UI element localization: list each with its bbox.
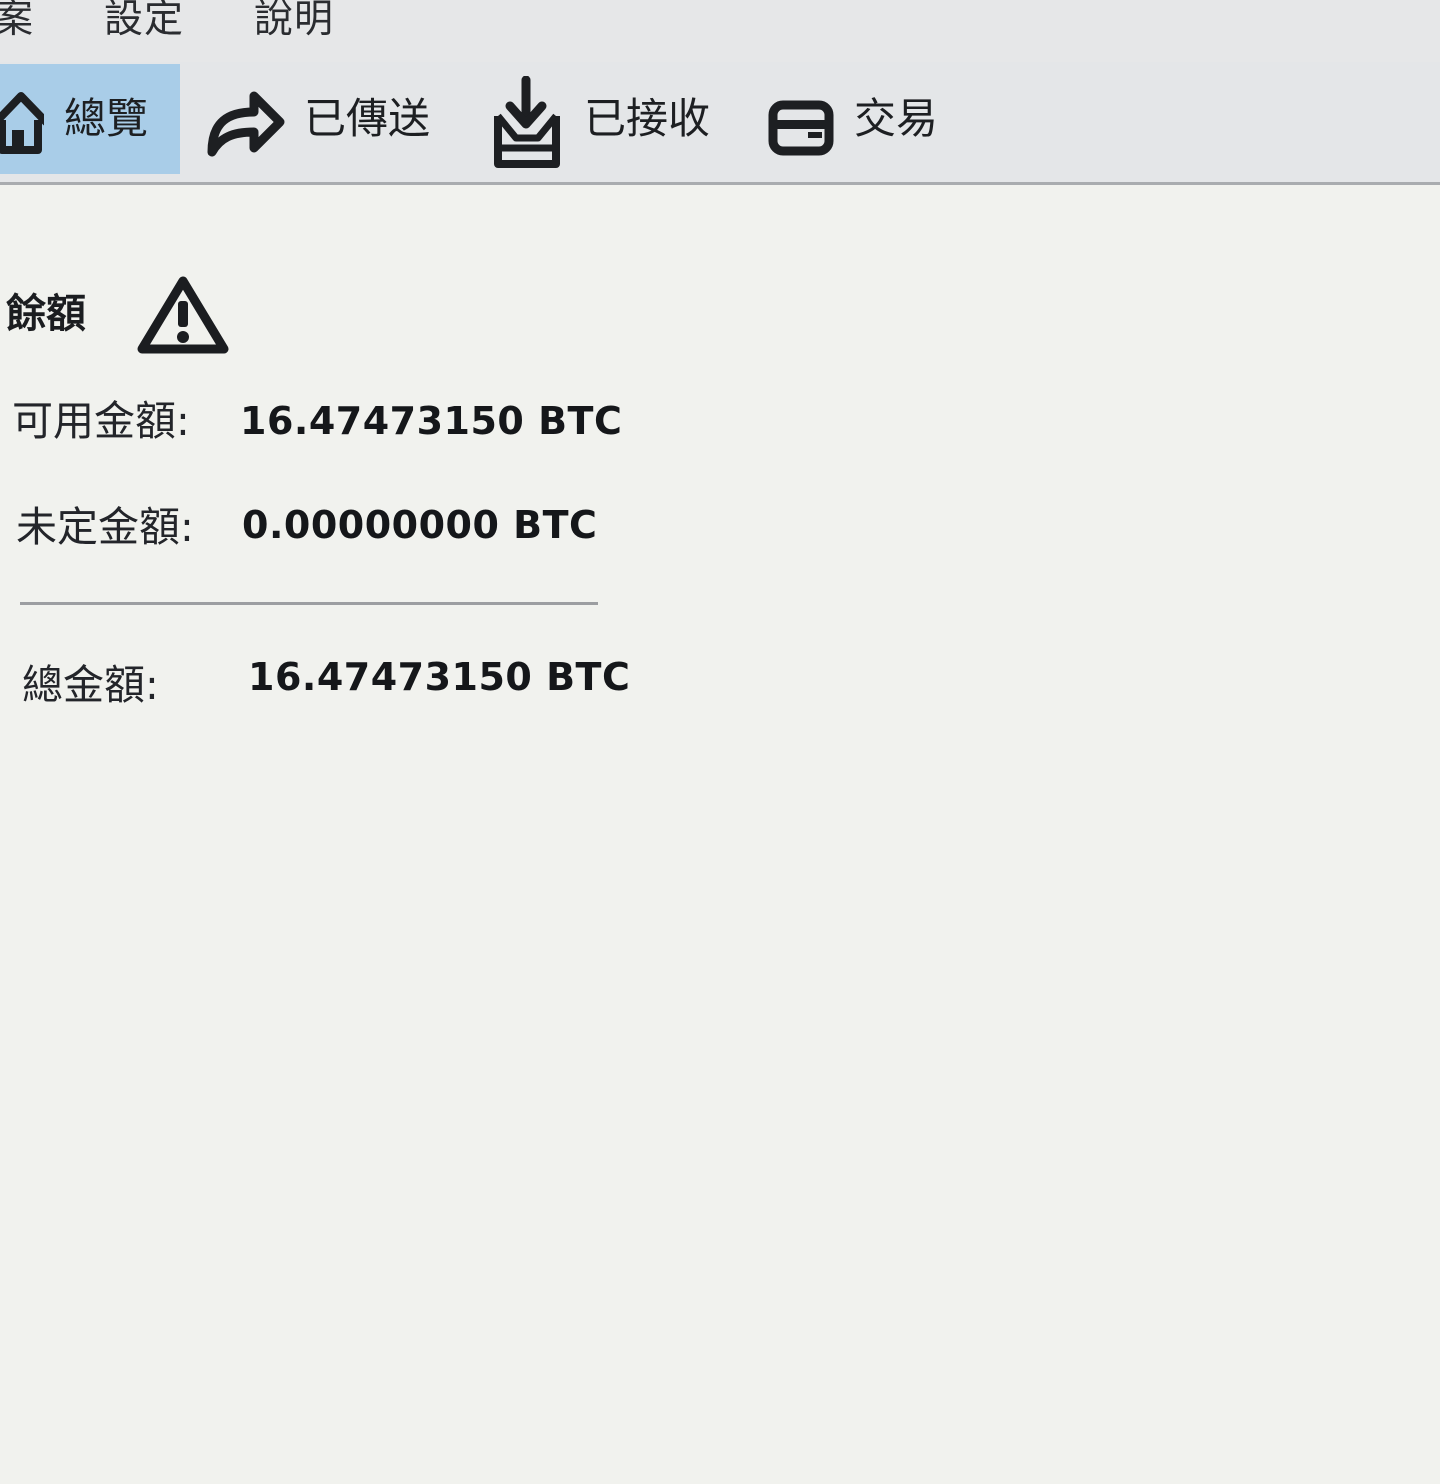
tab-overview[interactable]: 總覽	[0, 64, 180, 174]
divider	[20, 602, 598, 605]
total-label: 總金額:	[22, 661, 159, 709]
home-icon	[0, 92, 44, 154]
toolbar: 總覽 已傳送 已接收 交易	[0, 62, 1440, 185]
menu-help[interactable]: 說明	[254, 0, 334, 44]
pending-value: 0.00000000 BTC	[242, 503, 598, 547]
menu-settings[interactable]: 設定	[104, 0, 184, 44]
available-label: 可用金額:	[12, 397, 190, 445]
send-arrow-icon	[207, 91, 285, 157]
tab-transactions-label: 交易	[854, 94, 939, 143]
tab-receive-label: 已接收	[584, 94, 711, 143]
pending-label: 未定金額:	[16, 503, 194, 551]
tab-send[interactable]: 已傳送	[198, 64, 458, 174]
available-value: 16.47473150 BTC	[240, 399, 623, 443]
tab-transactions[interactable]: 交易	[766, 64, 966, 174]
tab-overview-label: 總覽	[64, 94, 149, 143]
tab-send-label: 已傳送	[304, 94, 431, 143]
tab-receive[interactable]: 已接收	[486, 64, 726, 174]
menu-file[interactable]: 案	[0, 0, 34, 44]
card-icon	[768, 100, 834, 156]
total-value: 16.47473150 BTC	[248, 655, 631, 699]
warning-triangle-icon	[137, 276, 229, 354]
inbox-download-icon	[494, 76, 560, 168]
balance-title: 餘額	[6, 291, 86, 337]
menu-bar: 案 設定 說明	[0, 0, 1440, 62]
overview-panel: 餘額 可用金額: 16.47473150 BTC 未定金額: 0.0000000…	[0, 185, 1440, 1484]
